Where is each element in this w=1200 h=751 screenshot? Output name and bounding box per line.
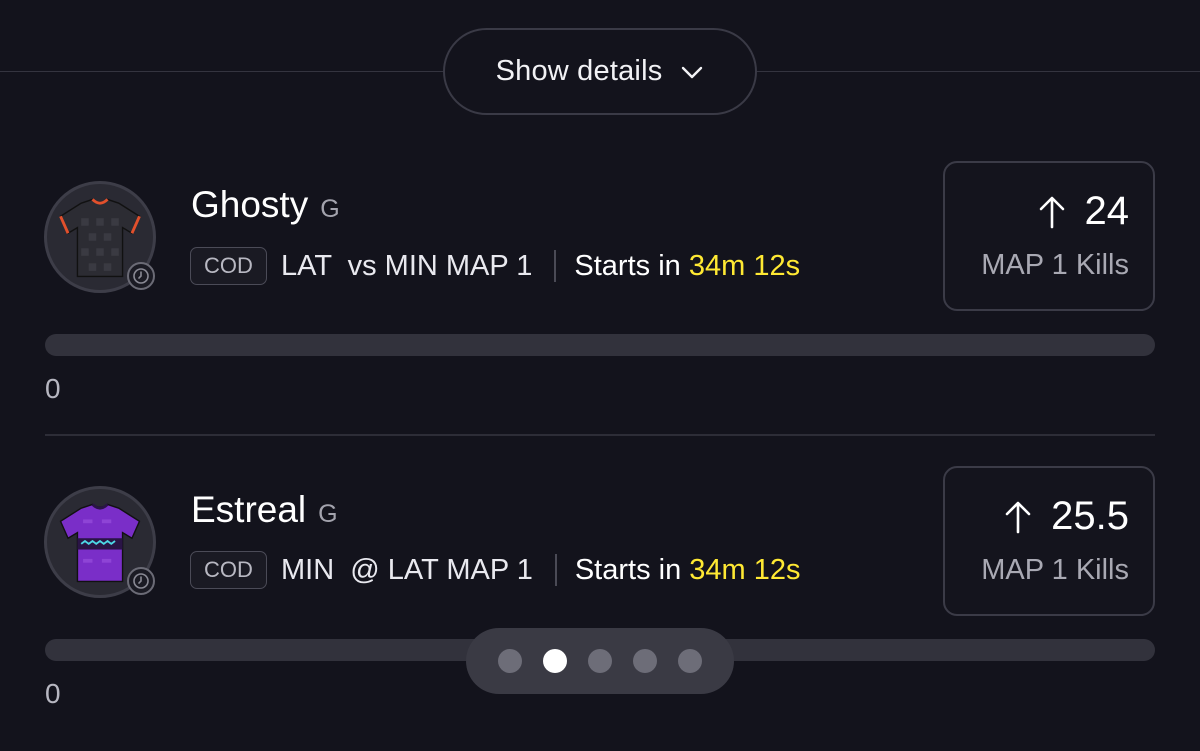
player-avatar xyxy=(44,486,156,598)
stat-line: 25.5 xyxy=(1005,494,1129,539)
start-time: Starts in 34m 12s xyxy=(574,250,800,283)
show-details-button[interactable]: Show details xyxy=(443,28,757,115)
stat-label: MAP 1 Kills xyxy=(981,554,1129,586)
match-info-row: COD LAT vs MIN MAP 1 Starts in 34m 12s xyxy=(190,246,800,286)
stat-projection-button[interactable]: 25.5 MAP 1 Kills xyxy=(943,466,1155,616)
progress-bar xyxy=(45,334,1155,356)
game-badge: COD xyxy=(190,551,267,589)
player-name: Estreal xyxy=(191,489,307,530)
player-position: G xyxy=(320,195,340,223)
pager-dot[interactable] xyxy=(498,649,522,673)
player-name-row: Ghosty G xyxy=(191,184,340,226)
game-badge: COD xyxy=(190,247,267,285)
start-time: Starts in 34m 12s xyxy=(575,554,801,587)
player-name-row: Estreal G xyxy=(191,489,338,531)
stat-line: 24 xyxy=(1039,189,1130,234)
card-divider xyxy=(45,434,1155,436)
stat-projection-button[interactable]: 24 MAP 1 Kills xyxy=(943,161,1155,311)
chevron-down-icon xyxy=(682,66,703,78)
player-position: G xyxy=(318,500,338,528)
pager-dot[interactable] xyxy=(633,649,657,673)
countdown: 34m 12s xyxy=(688,249,801,282)
stat-label: MAP 1 Kills xyxy=(981,249,1129,281)
separator xyxy=(554,554,557,586)
pager-dot[interactable] xyxy=(678,649,702,673)
arrow-up-icon xyxy=(1039,196,1064,228)
separator xyxy=(554,250,557,282)
starts-prefix: Starts in xyxy=(574,553,690,586)
clock-icon xyxy=(127,262,155,290)
stat-value: 24 xyxy=(1084,189,1130,233)
app-screen: Show details Ghosty G COD LAT vs MIN MAP… xyxy=(0,0,1200,751)
pager-dot[interactable] xyxy=(588,649,612,673)
show-details-label: Show details xyxy=(495,55,663,87)
match-text: LAT vs MIN MAP 1 xyxy=(281,249,533,282)
pager-dot[interactable] xyxy=(543,649,567,673)
match-text: MIN @ LAT MAP 1 xyxy=(281,553,533,586)
starts-prefix: Starts in xyxy=(574,249,689,282)
carousel-pager xyxy=(466,628,734,694)
player-avatar xyxy=(44,181,156,293)
clock-icon xyxy=(127,567,155,595)
player-name: Ghosty xyxy=(191,184,309,225)
countdown: 34m 12s xyxy=(689,553,801,586)
match-info-row: COD MIN @ LAT MAP 1 Starts in 34m 12s xyxy=(190,550,801,590)
stat-value: 25.5 xyxy=(1051,494,1129,538)
progress-value: 0 xyxy=(45,373,61,404)
progress-value: 0 xyxy=(45,678,61,709)
arrow-up-icon xyxy=(1005,501,1031,533)
